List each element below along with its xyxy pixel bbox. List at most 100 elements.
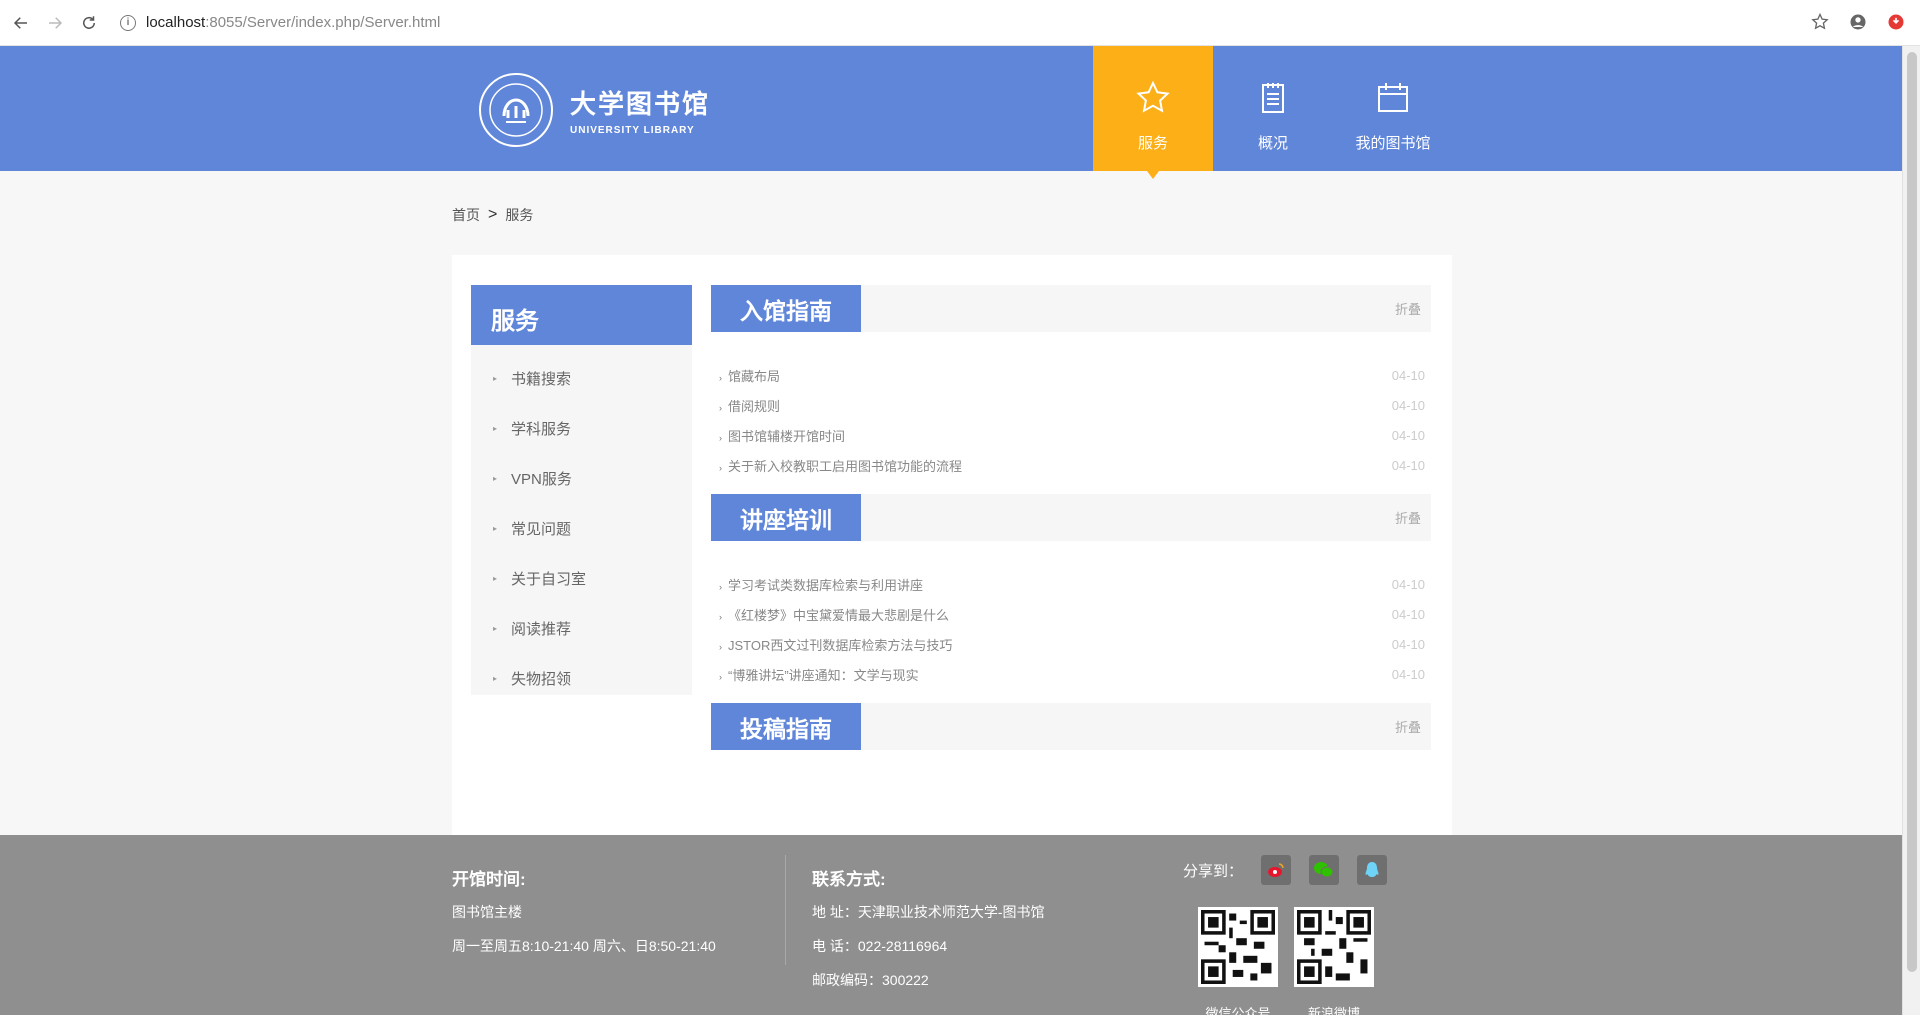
bullet-icon: ▸ [493,673,498,683]
list-item[interactable]: › 学习考试类数据库检索与利用讲座 04-10 [711,569,1431,599]
weibo-qr-code [1294,907,1374,987]
hours-place: 图书馆主楼 [452,904,522,920]
qq-icon [1365,862,1379,877]
wechat-qr-block: 微信公众号 [1198,907,1278,1015]
bullet-icon: ▸ [493,523,498,533]
star-icon [1136,80,1170,113]
section-header: 入馆指南 折叠 [711,285,1431,332]
qq-share-button[interactable] [1357,855,1388,885]
bullet-icon: ▸ [493,473,498,483]
list-item-text: 图书馆辅楼开馆时间 [728,428,846,444]
page-scrollbar[interactable] [1902,46,1920,1015]
logo-subtitle: UNIVERSITY LIBRARY [570,125,695,136]
list-item[interactable]: › 关于新入校教职工启用图书馆功能的流程 04-10 [711,450,1431,480]
contact-postcode: 邮政编码：300222 [812,972,929,988]
sidebar-item-label: 书籍搜索 [511,370,572,388]
list-item[interactable]: › 《红楼梦》中宝黛爱情最大悲剧是什么 04-10 [711,599,1431,629]
footer-divider [785,855,786,965]
share-bar: 分享到： [1183,855,1388,885]
wechat-qr-code [1198,907,1278,987]
sidebar-item-lost-found[interactable]: ▸ 失物招领 [471,653,692,703]
sidebar-item-label: VPN服务 [511,470,572,488]
sidebar-item-faq[interactable]: ▸ 常见问题 [471,503,692,553]
sidebar-item-vpn[interactable]: ▸ VPN服务 [471,453,692,503]
weibo-qr-block: 新浪微博 [1294,907,1374,1015]
list-item[interactable]: › JSTOR西文过刊数据库检索方法与技巧 04-10 [711,629,1431,659]
section-title: 投稿指南 [711,703,861,750]
main-nav: 服务 概况 我的图书馆 [1093,46,1453,179]
sidebar-item-label: 常见问题 [511,520,572,538]
nav-label: 我的图书馆 [1355,135,1431,152]
extension-icon[interactable] [1886,12,1906,32]
list-item-text: “博雅讲坛”讲座通知：文学与现实 [728,667,919,683]
list-item-date: 04-10 [1391,666,1425,682]
logo-title: 大学图书馆 [570,89,711,119]
arrow-left-icon [13,16,27,29]
arrow-icon: › [719,671,722,682]
nav-item-overview[interactable]: 概况 [1213,46,1333,171]
back-button[interactable] [8,10,34,36]
url-host: localhost [146,14,206,31]
sidebar-item-label: 关于自习室 [511,570,587,588]
scroll-thumb[interactable] [1907,52,1917,972]
list-item-text: JSTOR西文过刊数据库检索方法与技巧 [728,637,953,653]
nav-label: 服务 [1137,135,1168,152]
fold-button[interactable]: 折叠 [1395,508,1421,527]
sidebar-title: 服务 [471,285,692,345]
bullet-icon: ▸ [493,573,498,583]
address-bar[interactable]: i localhost:8055/Server/index.php/Server… [120,14,440,31]
site-header: 大学图书馆 UNIVERSITY LIBRARY 服务 概况 我的图书馆 [0,46,1902,179]
list-item-date: 04-10 [1391,397,1425,413]
sidebar-item-reading[interactable]: ▸ 阅读推荐 [471,603,692,653]
list-item-text: 关于新入校教职工启用图书馆功能的流程 [728,458,963,474]
weibo-icon [1268,863,1284,877]
hours-title: 开馆时间: [452,870,526,889]
breadcrumb-home[interactable]: 首页 [452,205,480,225]
breadcrumb-separator: > [488,206,498,223]
section-title: 入馆指南 [711,285,861,332]
forward-button[interactable] [42,10,68,36]
arrow-icon: › [719,372,722,383]
list-item-date: 04-10 [1391,606,1425,622]
arrow-icon: › [719,432,722,443]
bullet-icon: ▸ [493,423,498,433]
list-item-date: 04-10 [1391,457,1425,473]
nav-item-services[interactable]: 服务 [1093,46,1213,179]
sidebar-item-label: 失物招领 [511,670,572,688]
weibo-share-button[interactable] [1261,855,1292,885]
section-title: 讲座培训 [711,494,861,541]
content-panel: 服务 ▸ 书籍搜索 ▸ 学科服务 ▸ VPN服务 ▸ 常见问题 ▸ 关于自习室 ▸ 阅读推荐… [452,255,1452,835]
sidebar-item-subject-services[interactable]: ▸ 学科服务 [471,403,692,453]
sidebar: 服务 ▸ 书籍搜索 ▸ 学科服务 ▸ VPN服务 ▸ 常见问题 ▸ 关于自习室 ▸ 阅读推荐… [471,285,692,695]
list-item[interactable]: › 图书馆辅楼开馆时间 04-10 [711,420,1431,450]
wechat-icon [1314,862,1334,878]
info-icon[interactable]: i [120,14,136,31]
share-label: 分享到： [1183,862,1244,880]
list-item[interactable]: › 借阅规则 04-10 [711,390,1431,420]
breadcrumb-current: 服务 [505,207,534,223]
arrow-icon: › [719,462,722,473]
reload-button[interactable] [76,10,102,36]
contact-phone: 电 话：022-28116964 [812,938,948,954]
nav-item-my-library[interactable]: 我的图书馆 [1333,46,1453,171]
calendar-icon [1378,83,1408,112]
hours-time: 周一至周五8:10-21:40 周六、日8:50-21:40 [452,938,716,954]
account-icon[interactable] [1848,12,1868,32]
site-logo[interactable]: 大学图书馆 UNIVERSITY LIBRARY [478,72,710,148]
url-path: :8055/Server/index.php/Server.html [205,14,441,31]
section-header: 投稿指南 折叠 [711,703,1431,750]
sidebar-item-book-search[interactable]: ▸ 书籍搜索 [471,353,692,403]
fold-button[interactable]: 折叠 [1395,299,1421,318]
bullet-icon: ▸ [493,373,498,383]
sidebar-item-study-room[interactable]: ▸ 关于自习室 [471,553,692,603]
arrow-icon: › [719,611,722,622]
list-item[interactable]: › 馆藏布局 04-10 [711,360,1431,390]
list-item[interactable]: › “博雅讲坛”讲座通知：文学与现实 04-10 [711,659,1431,689]
bookmark-star-icon[interactable] [1810,12,1830,32]
browser-toolbar: i localhost:8055/Server/index.php/Server… [0,0,1920,46]
section-lectures: 讲座培训 折叠 › 学习考试类数据库检索与利用讲座 04-10 › 《红楼梦》中宝黛爱… [711,494,1431,703]
fold-button[interactable]: 折叠 [1395,717,1421,736]
section-submission-guide: 投稿指南 折叠 [711,703,1431,750]
arrow-right-icon [49,16,63,29]
wechat-share-button[interactable] [1309,855,1340,885]
